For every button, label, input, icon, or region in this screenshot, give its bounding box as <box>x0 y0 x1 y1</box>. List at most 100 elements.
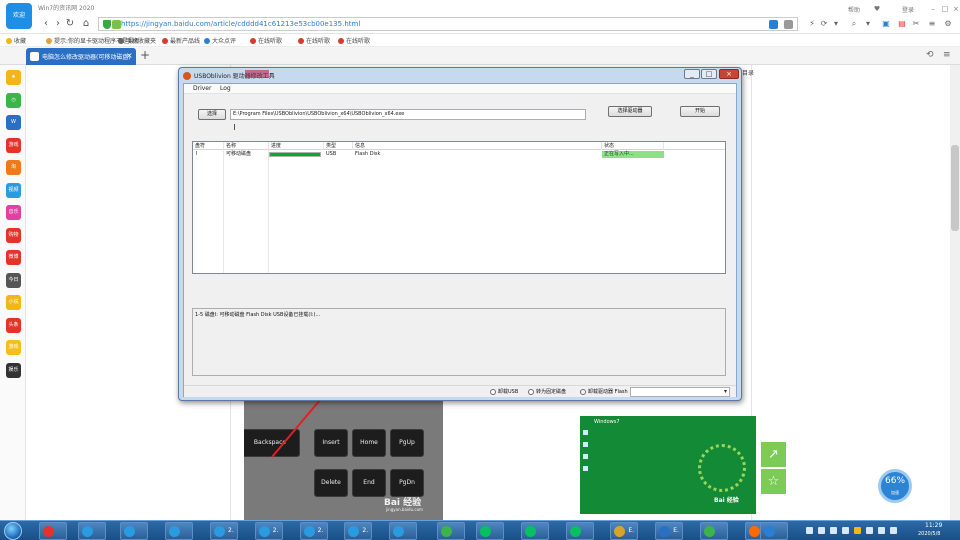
favorite-button[interactable]: ☆ <box>761 469 786 494</box>
clock-date[interactable]: 2020/5/8 <box>918 531 940 537</box>
volume-icon[interactable] <box>878 527 885 534</box>
bookmark-item[interactable]: 收藏 <box>6 36 26 45</box>
catalog-label[interactable]: 目录 <box>742 68 754 77</box>
share-button[interactable]: ↗ <box>761 442 786 467</box>
search-dropdown-icon[interactable]: ▾ <box>862 18 874 30</box>
tab-list-icon[interactable]: ≡ <box>943 50 951 60</box>
row-info[interactable]: Flash Disk <box>355 151 380 158</box>
bookmark-item[interactable]: 大众点评 <box>204 36 236 45</box>
bookmark-item[interactable]: 在线听歌 <box>338 36 370 45</box>
taskbar-button[interactable] <box>39 522 68 540</box>
bookmark-item[interactable]: 手机收藏夹 <box>118 36 156 45</box>
dialog-minimize-button[interactable]: _ <box>684 69 700 79</box>
taskbar-button[interactable] <box>520 522 549 540</box>
language-icon[interactable] <box>890 527 897 534</box>
minimize-icon[interactable]: – <box>928 4 938 14</box>
bookmark-item[interactable]: 最新产品线 <box>162 36 200 45</box>
taskbar-button[interactable] <box>700 522 728 540</box>
taskbar-button[interactable] <box>78 522 107 540</box>
tray-icon[interactable] <box>830 527 837 534</box>
speed-ball[interactable]: 66% 加速 <box>878 469 912 503</box>
tray-icon[interactable] <box>842 527 849 534</box>
url-text[interactable]: https://jingyan.baidu.com/article/cdddd4… <box>121 20 360 28</box>
sidebar-app-icon[interactable]: 游戏 <box>6 340 21 355</box>
row-type[interactable]: USB <box>326 151 336 158</box>
taskbar-button[interactable] <box>120 522 149 540</box>
tray-icon[interactable] <box>818 527 825 534</box>
column-progress[interactable]: 进度 <box>269 142 324 150</box>
taskbar-button[interactable]: E. <box>610 522 639 540</box>
sidebar-app-icon[interactable]: 视频 <box>6 182 21 198</box>
taskbar-button[interactable] <box>760 522 788 540</box>
column-type[interactable]: 类型 <box>324 142 353 150</box>
bookmark-item[interactable]: 在线听歌 <box>298 36 330 45</box>
menu-driver[interactable]: Driver <box>193 85 211 92</box>
sidebar-app-icon[interactable]: 游戏 <box>6 137 21 153</box>
extension-icon[interactable]: ▤ <box>896 18 908 30</box>
network-icon[interactable] <box>866 527 873 534</box>
dialog-close-button[interactable]: × <box>719 69 739 79</box>
radio-unload-usb[interactable] <box>490 389 496 395</box>
taskbar-button[interactable] <box>436 522 465 540</box>
dialog-maximize-button[interactable]: □ <box>701 69 717 79</box>
menu-icon[interactable]: ≡ <box>926 18 938 30</box>
refresh-button[interactable]: ↻ <box>64 18 76 30</box>
refresh-icon[interactable]: ⟳ <box>818 18 830 30</box>
taskbar-button[interactable] <box>165 522 194 540</box>
taskbar-button[interactable]: E. <box>655 522 684 540</box>
taskbar-button[interactable] <box>389 522 418 540</box>
address-bar[interactable]: https://jingyan.baidu.com/article/cdddd4… <box>98 17 798 31</box>
search-icon[interactable]: ⌕ <box>848 18 860 30</box>
bookmark-item[interactable]: 在线听歌 <box>250 36 282 45</box>
sidebar-app-icon[interactable]: W <box>6 115 21 130</box>
sidebar-app-icon[interactable]: 头条 <box>6 317 21 333</box>
restore-tab-icon[interactable]: ⟲ <box>926 50 934 60</box>
dropdown-icon[interactable]: ▾ <box>830 18 842 30</box>
tray-icon[interactable] <box>854 527 861 534</box>
drive-list[interactable]: 盘符 名称 进度 类型 信息 状态 I 可移动磁盘 USB Flash Disk… <box>192 141 726 274</box>
browser-logo[interactable]: 欢迎 <box>6 3 32 29</box>
sidebar-app-icon[interactable]: 今日 <box>6 272 21 288</box>
log-output[interactable]: 1-5 磁盘I: 可移动磁盘 Flash Disk USB设备已挂载(I:)..… <box>192 308 726 376</box>
login-link[interactable]: 登录 <box>902 5 914 14</box>
row-status[interactable]: 正在写入中... <box>602 151 664 158</box>
taskbar-button[interactable]: 2. <box>254 522 283 540</box>
start-button[interactable]: 开始 <box>680 106 720 117</box>
home-button[interactable]: ⌂ <box>80 18 92 30</box>
sidebar-app-icon[interactable]: 淘 <box>6 160 21 175</box>
radio-unload-flash[interactable] <box>580 389 586 395</box>
taskbar-button[interactable]: 2. <box>210 522 238 540</box>
maximize-icon[interactable]: □ <box>940 4 950 14</box>
bolt-icon[interactable]: ⚡ <box>806 18 818 30</box>
sidebar-app-icon[interactable]: 微博 <box>6 250 21 265</box>
path-input[interactable]: E:\Program Files\USBOblivion\USBOblivion… <box>230 109 586 120</box>
row-name[interactable]: 可移动磁盘 <box>226 151 251 158</box>
tools-icon[interactable]: ⚙ <box>942 18 954 30</box>
select-drive-button[interactable]: 选择驱动器 <box>608 106 652 117</box>
sidebar-app-icon[interactable]: 音乐 <box>6 205 21 220</box>
row-letter[interactable]: I <box>196 151 197 158</box>
forward-button[interactable]: › <box>52 18 64 30</box>
taskbar-button[interactable]: 2. <box>344 522 373 540</box>
sidebar-app-icon[interactable]: ★ <box>6 70 21 85</box>
tab-close-icon[interactable]: × <box>126 51 133 60</box>
sidebar-app-icon[interactable]: ◷ <box>6 92 21 108</box>
skin-icon[interactable]: ♥ <box>872 4 882 14</box>
column-name[interactable]: 名称 <box>224 142 269 150</box>
close-icon[interactable]: × <box>951 4 960 14</box>
back-button[interactable]: ‹ <box>40 18 52 30</box>
browse-button[interactable]: 选择 <box>198 109 226 120</box>
sidebar-app-icon[interactable]: 娱乐 <box>6 362 21 378</box>
tray-icon[interactable] <box>806 527 813 534</box>
help-link[interactable]: 帮助 <box>848 5 860 14</box>
radio-fixed-disk[interactable] <box>528 389 534 395</box>
share-icon[interactable] <box>769 20 778 29</box>
taskbar-button[interactable] <box>476 522 504 540</box>
screenshot-icon[interactable]: ▣ <box>880 18 892 30</box>
menu-log[interactable]: Log <box>220 85 231 92</box>
sidebar-app-icon[interactable]: 小说 <box>6 295 21 310</box>
scroll-thumb[interactable] <box>951 145 959 231</box>
new-tab-button[interactable]: + <box>140 48 150 62</box>
scissors-icon[interactable]: ✂ <box>910 18 922 30</box>
sidebar-app-icon[interactable]: 购物 <box>6 227 21 243</box>
